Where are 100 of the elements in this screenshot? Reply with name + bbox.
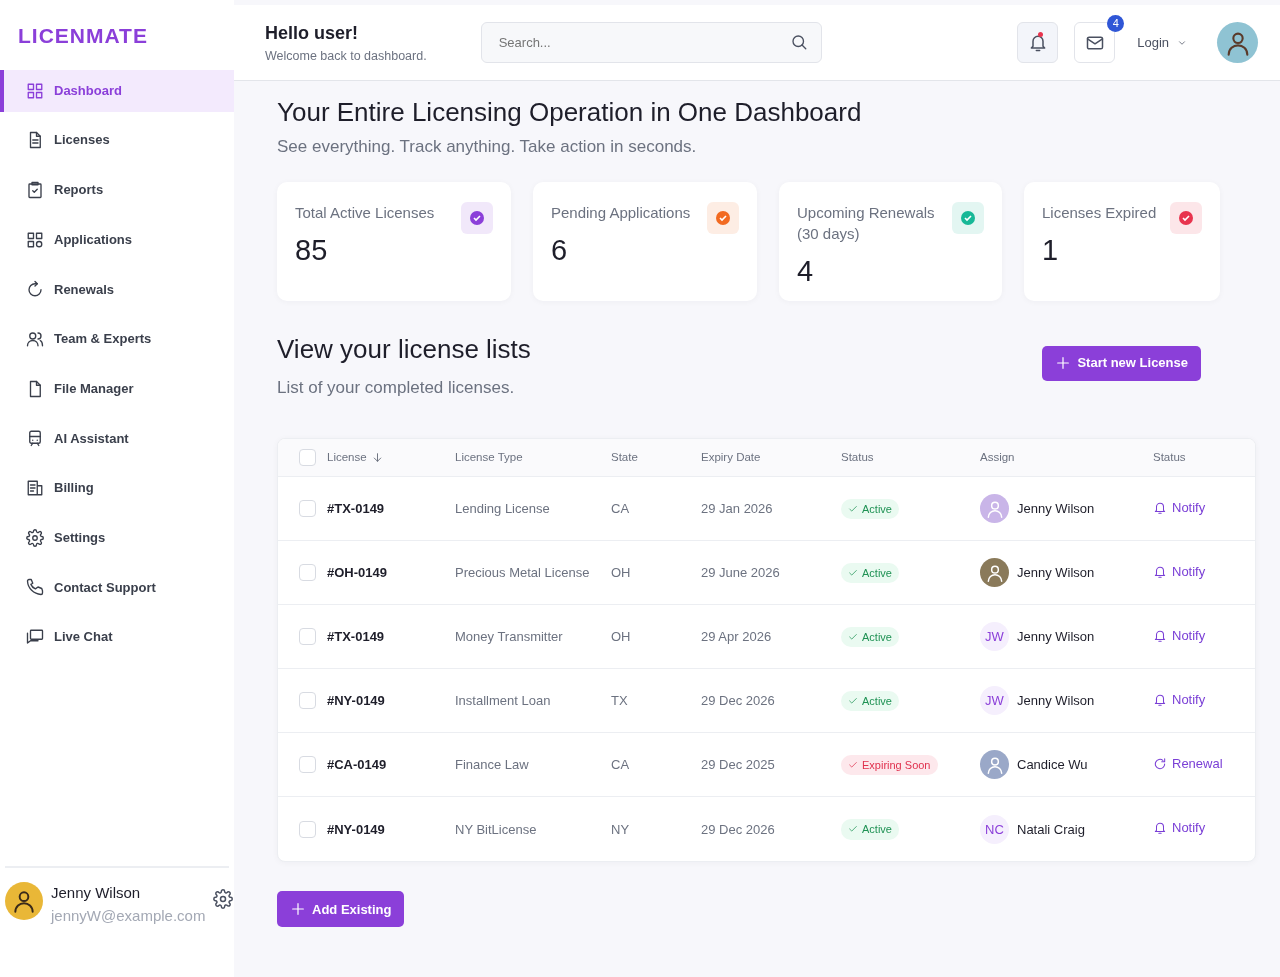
bell-icon [1153, 564, 1167, 579]
sidebar-item[interactable]: File Manager [0, 367, 234, 410]
sidebar-item[interactable]: Applications [0, 218, 234, 261]
renewal-link[interactable]: Renewal [1153, 753, 1223, 774]
expiry-date: 29 Dec 2025 [701, 757, 775, 773]
welcome-text: Welcome back to dashboard. [265, 47, 427, 65]
notify-link[interactable]: Notify [1153, 818, 1206, 838]
license-type: Money Transmitter [455, 630, 563, 645]
plus-icon [1055, 355, 1072, 372]
license-id: #CA-0149 [327, 757, 387, 773]
clipboard-check-icon [26, 180, 44, 199]
expiry-date: 29 June 2026 [701, 565, 780, 581]
settings-icon [213, 888, 234, 909]
row-checkbox[interactable] [299, 692, 316, 710]
row-checkbox[interactable] [299, 500, 316, 518]
settings-icon [26, 528, 44, 547]
state-code: CA [611, 501, 630, 517]
login-dropdown[interactable]: Login [1131, 31, 1193, 54]
select-all-checkbox[interactable] [299, 449, 316, 467]
notification-button[interactable] [1017, 22, 1059, 63]
column-header: License Type [455, 450, 523, 466]
license-type: Precious Metal License [455, 566, 590, 581]
section-title: View your license lists [277, 333, 531, 365]
sidebar-item[interactable]: Live Chat [0, 616, 234, 659]
sidebar-item[interactable]: Renewals [0, 268, 234, 311]
notify-link[interactable]: Notify [1153, 497, 1206, 518]
assignee-name: Jenny Wilson [1017, 500, 1095, 519]
column-header: License [327, 450, 367, 466]
license-id: #TX-0149 [327, 629, 385, 645]
count-badge: 4 [1107, 15, 1125, 32]
person-icon [11, 888, 37, 914]
stat-label: Total Active Licenses [295, 202, 435, 223]
assignee-name: Candice Wu [1017, 756, 1088, 775]
state-code: TX [611, 693, 628, 709]
phone-icon [26, 578, 44, 597]
notify-link[interactable]: Notify [1153, 561, 1206, 582]
status-pill: Active [841, 498, 899, 519]
sidebar-item[interactable]: Settings [0, 516, 234, 559]
avatar-initials: JW [980, 686, 1009, 716]
sidebar-item[interactable]: AI Assistant [0, 417, 234, 460]
license-type: Installment Loan [455, 694, 551, 709]
column-header: Status [1153, 450, 1186, 466]
search-field[interactable]: Search... [480, 22, 822, 63]
license-type: Lending License [455, 502, 550, 517]
avatar-initials: NC [980, 814, 1009, 844]
expiry-date: 29 Jan 2026 [701, 501, 773, 517]
status-pill: Active [841, 690, 899, 711]
stat-value: 4 [797, 253, 815, 289]
license-id: #NY-0149 [327, 693, 385, 709]
sidebar-item[interactable]: Reports [0, 168, 234, 211]
start-license-button[interactable]: Start new License [1042, 345, 1201, 381]
assignee-name: Jenny Wilson [1017, 692, 1095, 711]
status-pill: Active [841, 562, 899, 583]
status-pill: Active [841, 626, 899, 647]
check-icon [848, 695, 858, 706]
expiry-date: 29 Dec 2026 [701, 693, 775, 709]
stat-value: 1 [1042, 232, 1060, 268]
row-checkbox[interactable] [299, 756, 316, 774]
greeting: Hello user! [265, 21, 360, 45]
row-checkbox[interactable] [299, 820, 316, 838]
assignee-name: Jenny Wilson [1017, 564, 1095, 583]
state-code: OH [611, 629, 631, 645]
check-icon [848, 503, 858, 514]
expiry-date: 29 Apr 2026 [701, 629, 772, 645]
check-icon [848, 824, 858, 835]
check-icon [848, 759, 858, 770]
license-type: Finance Law [455, 758, 529, 773]
assignee-name: Jenny Wilson [1017, 628, 1095, 647]
column-header: State [611, 450, 638, 466]
notify-link[interactable]: Notify [1153, 625, 1206, 646]
refresh-icon [1153, 756, 1167, 771]
column-header: Expiry Date [701, 450, 761, 466]
notify-link[interactable]: Notify [1153, 689, 1206, 710]
state-code: OH [611, 565, 631, 581]
status-pill: Expiring Soon [841, 754, 938, 775]
sidebar-item[interactable]: Billing [0, 467, 234, 509]
stat-label: Upcoming Renewals (30 days) [797, 202, 936, 244]
status-pill: Active [841, 819, 899, 840]
license-id: #NY-0149 [327, 821, 385, 837]
state-code: CA [611, 757, 630, 773]
check-icon [848, 567, 858, 578]
expiry-date: 29 Dec 2026 [701, 821, 775, 837]
page-subtitle: See everything. Track anything. Take action in seconds. [277, 136, 698, 159]
row-checkbox[interactable] [299, 564, 316, 582]
check-icon [848, 631, 858, 642]
bell-icon [1153, 821, 1167, 835]
row-checkbox[interactable] [299, 628, 316, 646]
settings-button[interactable] [213, 886, 234, 910]
sidebar-item[interactable]: Contact Support [0, 566, 234, 609]
add-existing-button[interactable]: Add Existing [277, 891, 405, 928]
sidebar-item[interactable]: Team & Experts [0, 317, 234, 360]
user-email: jennyW@example.com [51, 905, 206, 926]
license-id: #OH-0149 [327, 565, 387, 581]
search-icon [789, 33, 808, 51]
sidebar-item[interactable]: Licenses [0, 119, 234, 162]
stat-label: Pending Applications [551, 202, 691, 223]
user-name: Jenny Wilson [51, 883, 142, 903]
receipt-icon [26, 479, 44, 497]
sidebar-item[interactable]: Dashboard [0, 69, 234, 112]
assignee-name: Natali Craig [1017, 820, 1085, 839]
